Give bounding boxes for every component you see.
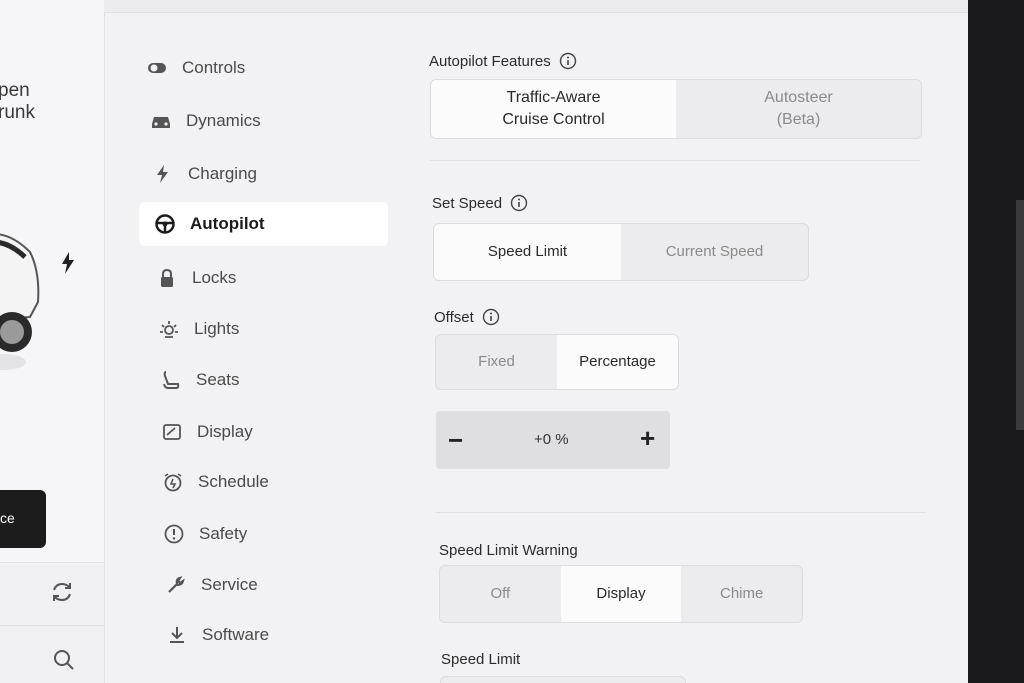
speed-limit-warning-selector: Off Display Chime	[439, 565, 803, 623]
autopilot-features-heading: Autopilot Features	[429, 52, 577, 70]
option-autosteer[interactable]: Autosteer (Beta)	[676, 80, 921, 138]
seat-icon	[160, 369, 182, 391]
offset-value: +0 %	[534, 431, 569, 448]
option-display[interactable]: Display	[560, 566, 682, 622]
nav-label: Autopilot	[190, 214, 265, 233]
nav-item-schedule[interactable]: Schedule	[162, 460, 269, 504]
alarm-clock-icon	[162, 471, 184, 493]
offset-heading: Offset	[434, 308, 500, 326]
nav-label: Charging	[188, 164, 257, 183]
option-percentage[interactable]: Percentage	[557, 335, 678, 389]
nav-item-display[interactable]: Display	[161, 410, 253, 454]
decrease-button[interactable]: −	[448, 425, 463, 456]
bolt-icon	[152, 163, 174, 185]
nav-item-software[interactable]: Software	[166, 613, 269, 657]
nav-label: Service	[201, 575, 258, 594]
nav-label: Locks	[192, 268, 237, 287]
nav-item-service[interactable]: Service	[165, 563, 258, 607]
speed-limit-warning-label: Speed Limit Warning	[439, 542, 578, 559]
car-image	[0, 233, 40, 370]
nav-label: Display	[197, 422, 253, 441]
wrench-icon	[165, 574, 187, 596]
speed-limit-selector[interactable]	[440, 676, 686, 683]
charging-bolt-icon	[62, 252, 74, 274]
info-icon[interactable]	[482, 308, 500, 326]
nav-label: Lights	[194, 319, 240, 338]
speed-limit-label: Speed Limit	[441, 651, 521, 668]
bezel-edge	[1016, 200, 1024, 430]
refresh-icon[interactable]	[50, 580, 74, 604]
service-button-label: ce	[0, 510, 15, 526]
nav-label: Controls	[182, 58, 246, 77]
speed-limit-warning-heading: Speed Limit Warning	[439, 542, 578, 559]
download-icon	[166, 624, 188, 646]
nav-item-locks[interactable]: Locks	[156, 256, 236, 300]
set-speed-selector: Speed Limit Current Speed	[433, 223, 809, 281]
nav-label: Seats	[196, 370, 240, 389]
top-bar	[104, 0, 970, 13]
increase-button[interactable]: +	[640, 423, 655, 454]
car-icon	[150, 110, 172, 132]
set-speed-label: Set Speed	[432, 194, 503, 212]
offset-label: Offset	[434, 308, 474, 326]
nav-item-seats[interactable]: Seats	[160, 358, 239, 402]
offset-stepper: − +0 % +	[436, 411, 670, 469]
service-button[interactable]: ce	[0, 490, 46, 548]
autopilot-features-selector: Traffic-Aware Cruise Control Autosteer (…	[430, 79, 922, 139]
display-icon	[161, 421, 183, 443]
option-speed-limit[interactable]: Speed Limit	[434, 224, 621, 280]
nav-label: Schedule	[198, 472, 269, 491]
info-icon[interactable]	[559, 52, 577, 70]
section-divider	[430, 160, 920, 161]
touchscreen: pen runk ce Controls Dynamics Charging A…	[0, 0, 970, 683]
nav-label: Safety	[199, 524, 248, 543]
footer-divider	[0, 625, 104, 626]
info-icon[interactable]	[510, 194, 528, 212]
option-traffic-aware-cruise-control[interactable]: Traffic-Aware Cruise Control	[431, 80, 676, 138]
nav-item-safety[interactable]: Safety	[163, 512, 247, 556]
toggle-icon	[146, 57, 168, 79]
option-off[interactable]: Off	[440, 566, 561, 622]
offset-type-selector: Fixed Percentage	[435, 334, 679, 390]
option-chime[interactable]: Chime	[681, 566, 802, 622]
section-divider	[436, 512, 926, 513]
nav-item-charging[interactable]: Charging	[152, 152, 257, 196]
nav-item-controls[interactable]: Controls	[146, 46, 245, 90]
car-panel: pen runk ce	[0, 0, 105, 683]
light-icon	[158, 318, 180, 340]
nav-item-autopilot[interactable]: Autopilot	[139, 202, 388, 246]
alert-icon	[163, 523, 185, 545]
open-frunk-text-line2[interactable]: runk	[0, 102, 35, 124]
option-current-speed[interactable]: Current Speed	[621, 224, 808, 280]
autopilot-features-label: Autopilot Features	[429, 52, 551, 70]
search-icon[interactable]	[52, 648, 76, 672]
nav-item-dynamics[interactable]: Dynamics	[150, 99, 261, 143]
lock-icon	[156, 267, 178, 289]
open-frunk-text-line1[interactable]: pen	[0, 80, 30, 102]
steering-wheel-icon	[154, 213, 176, 235]
nav-item-lights[interactable]: Lights	[158, 307, 239, 351]
option-fixed[interactable]: Fixed	[436, 335, 557, 389]
nav-label: Software	[202, 625, 270, 644]
set-speed-heading: Set Speed	[432, 194, 528, 212]
nav-label: Dynamics	[186, 111, 261, 130]
speed-limit-heading: Speed Limit	[441, 651, 520, 668]
